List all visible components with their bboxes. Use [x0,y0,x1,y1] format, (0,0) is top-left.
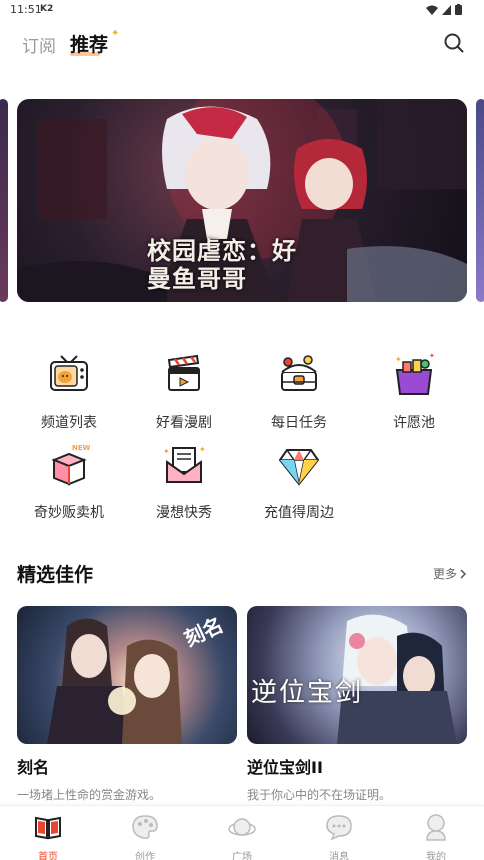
svg-text:✦: ✦ [199,445,206,454]
feature-vending-machine[interactable]: NEW 奇妙贩卖机 [19,442,119,522]
feature-label: 充值得周边 [264,505,334,521]
nav-label: 创作 [135,852,155,860]
nav-create[interactable]: 创作 [115,812,175,860]
palette-icon [132,815,158,839]
banner-title-line1: 校园虐恋：好 [147,236,297,265]
work-card[interactable]: 刻名 刻名 一场堵上性命的赏金游戏。 [17,606,237,803]
nav-home[interactable]: 首页 [18,812,78,860]
svg-text:✦: ✦ [429,352,435,360]
section-title: 精选佳作 [17,564,94,586]
feature-label: 好看漫剧 [156,415,212,431]
planet-icon [228,818,256,836]
feature-label: 许愿池 [393,415,435,431]
svg-text:NEW: NEW [72,444,91,452]
chevron-right-icon [460,568,467,579]
status-carrier: K2 [40,4,54,14]
work-description: 一场堵上性命的赏金游戏。 [17,788,162,802]
feature-manxiang-show[interactable]: ✦ ✦ 漫想快秀 [134,442,234,522]
work-card[interactable]: 逆位宝剑 逆位宝剑II 我于你心中的不在场证明。 [247,606,467,803]
svg-text:✦: ✦ [163,447,170,456]
status-bar: 11:51 K2 [0,0,484,22]
diamond-icon [278,449,320,486]
profile-icon [426,814,446,841]
nav-label: 消息 [329,852,349,860]
feature-label: 奇妙贩卖机 [34,505,104,521]
feature-good-drama[interactable]: 好看漫剧 [134,352,234,432]
nav-messages[interactable]: 消息 [309,812,369,860]
feature-daily-task[interactable]: 每日任务 [249,352,349,432]
feature-channel-list[interactable]: 频道列表 [19,352,119,432]
envelope-icon: ✦ ✦ [163,445,206,483]
tab-recommend[interactable]: 推荐 [70,30,108,57]
banner-carousel[interactable]: 校园虐恋：好 曼鱼哥哥 [0,99,484,302]
nav-label: 首页 [38,852,58,860]
work-description: 我于你心中的不在场证明。 [247,788,392,802]
tab-subscribe[interactable]: 订阅 [22,32,56,57]
bottom-nav: 首页 创作 广场 消息 我的 [0,805,484,860]
more-label: 更多 [432,567,457,581]
feature-recharge-merch[interactable]: 充值得周边 [249,442,349,522]
nav-profile[interactable]: 我的 [406,812,466,860]
battery-icon [455,4,462,15]
feature-label: 每日任务 [271,415,327,431]
search-icon[interactable] [442,31,466,55]
clapperboard-icon [167,354,200,391]
banner-next-peek[interactable] [476,99,484,302]
svg-text:✦: ✦ [395,355,402,364]
nav-square[interactable]: 广场 [212,812,272,860]
work-title[interactable]: 刻名 [17,754,237,778]
feature-label: 漫想快秀 [156,505,212,521]
nav-label: 广场 [232,852,252,860]
nav-label: 我的 [426,852,446,860]
feature-label: 频道列表 [41,415,97,431]
feature-wish-pool[interactable]: ✦ ✦ 许愿池 [364,352,464,432]
banner-prev-peek[interactable] [0,99,8,302]
book-icon [35,816,61,840]
work-cover[interactable]: 刻名 [17,606,237,744]
tv-icon [50,355,88,391]
wifi-icon [426,5,438,15]
top-header: 订阅 推荐 ✦ [0,22,484,66]
work-title[interactable]: 逆位宝剑II [247,754,467,778]
vending-box-icon: NEW [51,444,91,486]
signal-icon [442,4,451,15]
banner-slide[interactable]: 校园虐恋：好 曼鱼哥哥 [17,99,467,302]
cover-title-text: 逆位宝剑 [251,678,364,708]
more-link[interactable]: 更多 [433,565,467,582]
banner-title-line2: 曼鱼哥哥 [147,264,247,293]
status-time: 11:51 [10,3,42,16]
chat-bubble-icon [326,815,352,841]
wish-gift-box-icon: ✦ ✦ [395,352,435,395]
sparkle-icon: ✦ [111,28,120,39]
status-icons [426,4,462,15]
banner-title: 校园虐恋：好 曼鱼哥哥 [147,237,347,293]
treasure-chest-icon [281,355,317,391]
work-cover[interactable]: 逆位宝剑 [247,606,467,744]
